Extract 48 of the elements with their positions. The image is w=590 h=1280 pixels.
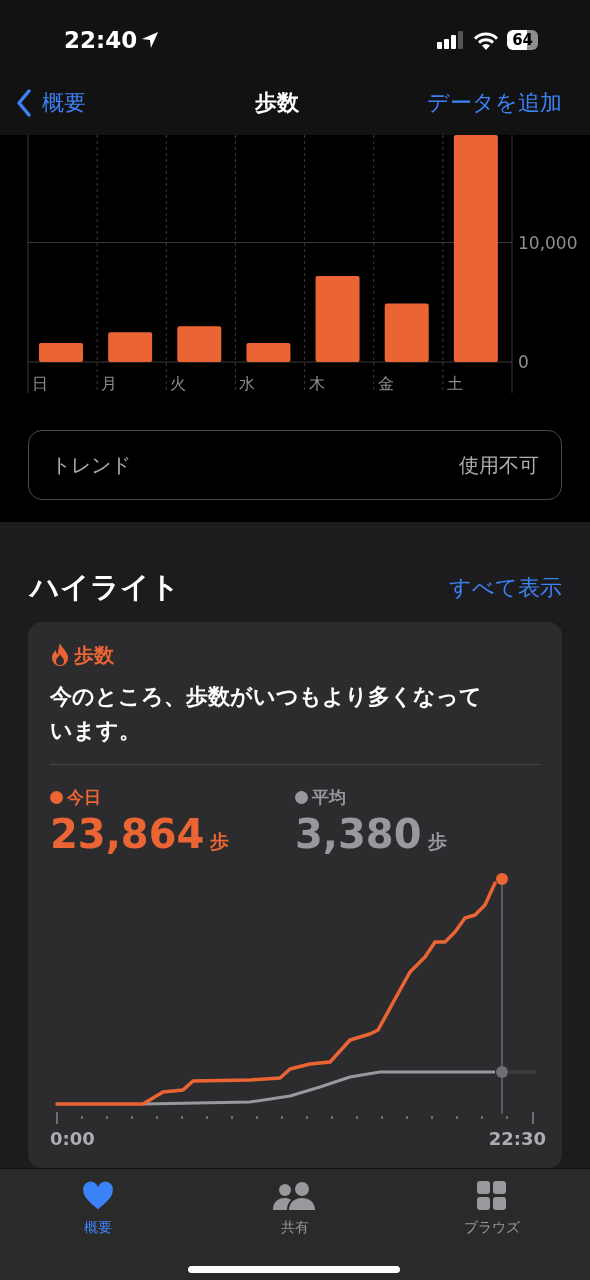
today-point xyxy=(496,873,508,885)
wifi-icon xyxy=(473,30,500,50)
axis-label: 火 xyxy=(170,374,187,393)
highlight-card[interactable]: 歩数 今のところ、歩数がいつもより多くなっています。 今日 23,864 歩 平均 3,380 歩 0:00 22:30 xyxy=(28,621,562,1168)
tab-item[interactable]: 概要 xyxy=(0,1180,197,1238)
axis-label: 0:00 xyxy=(50,1127,95,1151)
location-arrow-icon xyxy=(141,31,160,49)
axis-label: 22:30 xyxy=(488,1127,546,1151)
axis-label: 金 xyxy=(377,374,394,393)
bar xyxy=(246,342,291,362)
bar xyxy=(39,342,83,362)
axis-label: 10,000 xyxy=(518,232,578,253)
axis-label: 月 xyxy=(101,374,118,393)
axis-label: 0 xyxy=(518,352,529,372)
heart-icon xyxy=(82,1180,115,1211)
trend-value: 使用不可 xyxy=(459,452,539,479)
signal-icon xyxy=(437,31,466,49)
stat-unit: 歩 xyxy=(210,829,230,854)
bar xyxy=(384,303,429,362)
average-point xyxy=(496,1066,508,1078)
trend-row[interactable]: トレンド 使用不可 xyxy=(28,430,562,500)
axis-label: 日 xyxy=(32,374,48,393)
tab-item[interactable]: 共有 xyxy=(196,1180,394,1238)
axis-label: 木 xyxy=(308,374,325,393)
stat-value: 23,864 xyxy=(50,810,205,858)
status-time: 22:40 xyxy=(64,25,138,55)
page-title: 歩数 xyxy=(254,89,299,117)
bar xyxy=(177,326,222,362)
stat-label: 今日 xyxy=(67,785,101,809)
add-data-button[interactable]: データを追加 xyxy=(427,86,562,119)
flame-icon xyxy=(50,642,70,667)
people-icon xyxy=(273,1180,317,1211)
back-button[interactable]: 概要 xyxy=(16,86,86,119)
stat-unit: 歩 xyxy=(427,829,447,854)
chevron-left-icon xyxy=(16,88,32,117)
axis-label: 土 xyxy=(446,374,463,393)
bar xyxy=(108,332,153,362)
section-title: ハイライト xyxy=(30,569,180,606)
stat-value: 3,380 xyxy=(295,810,422,858)
show-all-link[interactable]: すべて表示 xyxy=(449,571,562,605)
grid-icon xyxy=(476,1180,507,1211)
card-category: 歩数 xyxy=(74,641,114,669)
trend-label: トレンド xyxy=(51,452,131,479)
battery-indicator: 64 xyxy=(507,30,538,50)
tab-item[interactable]: ブラウズ xyxy=(393,1180,590,1238)
axis-label: 水 xyxy=(239,374,256,393)
stat-label: 平均 xyxy=(312,785,346,809)
highlight-message: 今のところ、歩数がいつもより多くなっています。 xyxy=(50,682,483,745)
